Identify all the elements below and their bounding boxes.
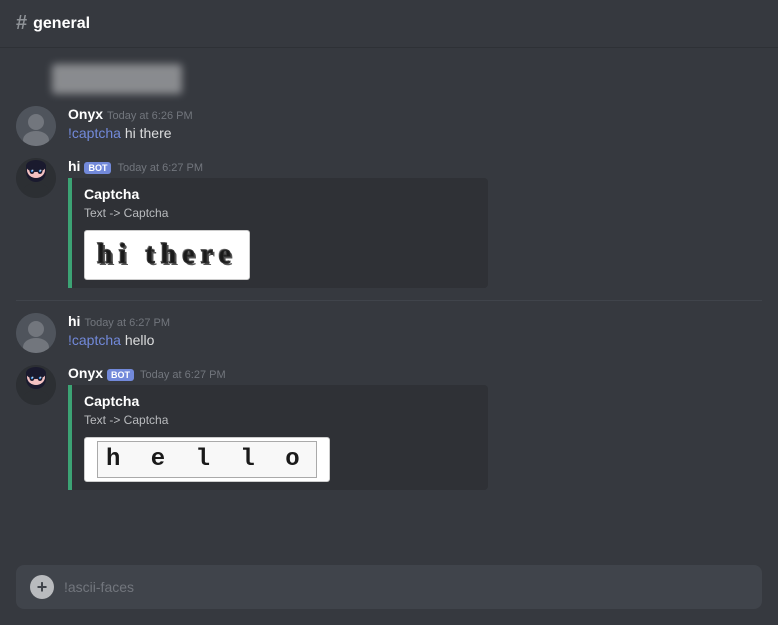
message-header-hi-1: Onyx Today at 6:26 PM	[68, 106, 762, 122]
embed-field-label-onyx-2: Text -> Captcha	[84, 413, 476, 427]
message-group-hi-1: Onyx Today at 6:26 PM !captcha hi there	[0, 102, 778, 150]
channel-hash-icon: #	[16, 12, 27, 35]
bot-badge-onyx-2: BOT	[107, 369, 134, 381]
embed-title-onyx-2: Captcha	[84, 393, 476, 409]
captcha-image-2: h e l l o	[84, 437, 330, 482]
add-button[interactable]: +	[30, 575, 54, 599]
command-hi-2: !captcha	[68, 332, 121, 348]
message-text-hi-1: !captcha hi there	[68, 124, 762, 144]
divider-1	[16, 300, 762, 301]
messages-container[interactable]: Onyx Today at 6:26 PM !captcha hi there	[0, 48, 778, 565]
message-content-hi-2: hi Today at 6:27 PM !captcha hello	[68, 313, 762, 353]
avatar-onyx-2	[16, 365, 56, 405]
username-hi-2: hi	[68, 313, 80, 329]
captcha-display-1: hi there	[97, 239, 237, 270]
channel-name: general	[33, 15, 90, 33]
message-group-onyx-1: hi BOT Today at 6:27 PM Captcha Text -> …	[0, 154, 778, 292]
captcha-image-1: hi there	[84, 230, 250, 280]
username-onyx-1: hi	[68, 158, 80, 174]
username-hi-1: Onyx	[68, 106, 103, 122]
message-content-onyx-1: hi BOT Today at 6:27 PM Captcha Text -> …	[68, 158, 762, 288]
timestamp-onyx-2: Today at 6:27 PM	[140, 369, 226, 381]
add-icon: +	[37, 578, 48, 596]
timestamp-hi-1: Today at 6:26 PM	[107, 110, 193, 122]
message-content-hi-1: Onyx Today at 6:26 PM !captcha hi there	[68, 106, 762, 146]
embed-field-label-onyx-1: Text -> Captcha	[84, 206, 476, 220]
message-text-hi-2: !captcha hello	[68, 331, 762, 351]
timestamp-onyx-1: Today at 6:27 PM	[117, 162, 203, 174]
username-onyx-2: Onyx	[68, 365, 103, 381]
timestamp-hi-2: Today at 6:27 PM	[84, 317, 170, 329]
message-content-onyx-2: Onyx BOT Today at 6:27 PM Captcha Text -…	[68, 365, 762, 490]
redacted-image	[52, 64, 182, 94]
embed-onyx-2: Captcha Text -> Captcha h e l l o	[68, 385, 488, 490]
message-rest-hi-1: hi there	[121, 125, 172, 141]
bot-badge-onyx-1: BOT	[84, 162, 111, 174]
avatar-hi-2	[16, 313, 56, 353]
captcha-display-2: h e l l o	[97, 441, 317, 478]
message-header-onyx-2: Onyx BOT Today at 6:27 PM	[68, 365, 762, 381]
avatar-onyx-1	[16, 158, 56, 198]
command-hi-1: !captcha	[68, 125, 121, 141]
input-bar[interactable]: +	[16, 565, 762, 609]
avatar-hi-1	[16, 106, 56, 146]
message-group-onyx-2: Onyx BOT Today at 6:27 PM Captcha Text -…	[0, 361, 778, 494]
embed-onyx-1: Captcha Text -> Captcha hi there	[68, 178, 488, 288]
message-header-onyx-1: hi BOT Today at 6:27 PM	[68, 158, 762, 174]
message-header-hi-2: hi Today at 6:27 PM	[68, 313, 762, 329]
embed-title-onyx-1: Captcha	[84, 186, 476, 202]
message-input[interactable]	[64, 579, 748, 595]
channel-header: # general	[0, 0, 778, 48]
message-rest-hi-2: hello	[121, 332, 154, 348]
message-group-hi-2: hi Today at 6:27 PM !captcha hello	[0, 309, 778, 357]
